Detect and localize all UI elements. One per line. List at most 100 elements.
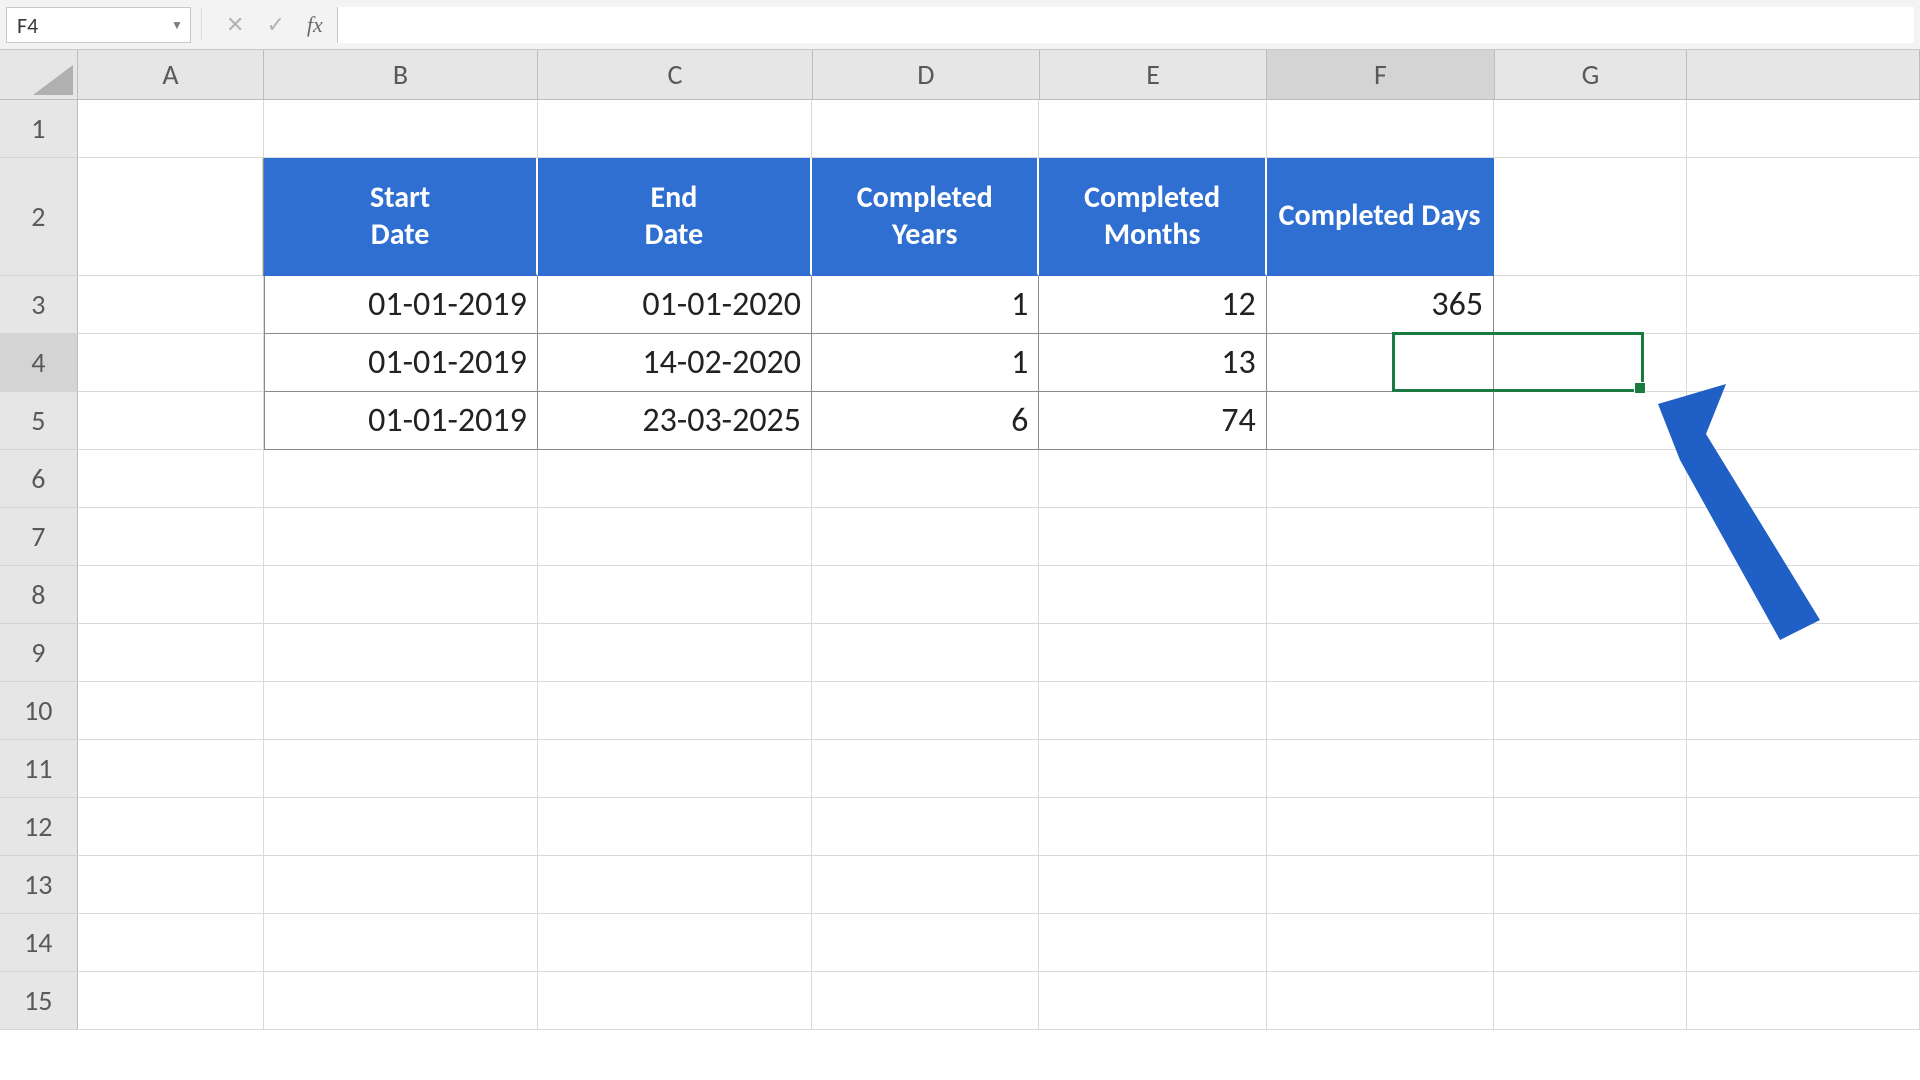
chevron-down-icon[interactable]: ▼ <box>164 18 190 33</box>
cell-A14[interactable] <box>78 914 264 972</box>
cell-extra8[interactable] <box>1687 566 1920 624</box>
cell-B4[interactable]: 01-01-2019 <box>264 334 538 392</box>
cell-E8[interactable] <box>1039 566 1266 624</box>
table-header-end-date[interactable]: End Date <box>538 158 812 276</box>
cell-D8[interactable] <box>812 566 1039 624</box>
cell-F5[interactable] <box>1267 392 1494 450</box>
cell-extra9[interactable] <box>1687 624 1920 682</box>
cell-B9[interactable] <box>264 624 538 682</box>
cell-D1[interactable] <box>812 100 1039 158</box>
cell-G7[interactable] <box>1494 508 1687 566</box>
check-icon[interactable]: ✓ <box>266 14 284 36</box>
cell-C10[interactable] <box>538 682 812 740</box>
cell-B10[interactable] <box>264 682 538 740</box>
row-header-1[interactable]: 1 <box>0 100 78 158</box>
cell-G6[interactable] <box>1494 450 1687 508</box>
col-header-D[interactable]: D <box>813 50 1040 100</box>
cell-C4[interactable]: 14-02-2020 <box>538 334 812 392</box>
row-header-6[interactable]: 6 <box>0 450 78 508</box>
cell-A15[interactable] <box>78 972 264 1030</box>
formula-input[interactable] <box>337 7 1914 43</box>
cell-A11[interactable] <box>78 740 264 798</box>
cell-B14[interactable] <box>264 914 538 972</box>
col-header-B[interactable]: B <box>264 50 539 100</box>
cell-E9[interactable] <box>1039 624 1266 682</box>
cell-extra14[interactable] <box>1687 914 1920 972</box>
cell-F12[interactable] <box>1267 798 1494 856</box>
cell-C7[interactable] <box>538 508 812 566</box>
col-header-E[interactable]: E <box>1040 50 1267 100</box>
cell-D5[interactable]: 6 <box>812 392 1039 450</box>
cell-C1[interactable] <box>538 100 812 158</box>
cell-G10[interactable] <box>1494 682 1687 740</box>
cell-A1[interactable] <box>78 100 264 158</box>
cell-D15[interactable] <box>812 972 1039 1030</box>
cell-A7[interactable] <box>78 508 264 566</box>
cell-D7[interactable] <box>812 508 1039 566</box>
cell-A10[interactable] <box>78 682 264 740</box>
cell-C15[interactable] <box>538 972 812 1030</box>
row-header-13[interactable]: 13 <box>0 856 78 914</box>
cell-A12[interactable] <box>78 798 264 856</box>
col-header-G[interactable]: G <box>1495 50 1688 100</box>
cell-D3[interactable]: 1 <box>812 276 1039 334</box>
cell-F4[interactable] <box>1267 334 1494 392</box>
cell-F13[interactable] <box>1267 856 1494 914</box>
cell-C6[interactable] <box>538 450 812 508</box>
cell-E7[interactable] <box>1039 508 1266 566</box>
cell-B11[interactable] <box>264 740 538 798</box>
cell-B15[interactable] <box>264 972 538 1030</box>
cell-B5[interactable]: 01-01-2019 <box>264 392 538 450</box>
cell-G2[interactable] <box>1494 158 1687 276</box>
cell-B7[interactable] <box>264 508 538 566</box>
cell-D11[interactable] <box>812 740 1039 798</box>
cell-A9[interactable] <box>78 624 264 682</box>
cell-E5[interactable]: 74 <box>1039 392 1266 450</box>
cell-F8[interactable] <box>1267 566 1494 624</box>
cell-C12[interactable] <box>538 798 812 856</box>
cell-B1[interactable] <box>264 100 538 158</box>
col-header-F[interactable]: F <box>1267 50 1494 100</box>
cell-E10[interactable] <box>1039 682 1266 740</box>
fx-icon[interactable]: fx <box>307 12 323 38</box>
cell-C9[interactable] <box>538 624 812 682</box>
col-header-C[interactable]: C <box>538 50 813 100</box>
cell-G13[interactable] <box>1494 856 1687 914</box>
cell-A6[interactable] <box>78 450 264 508</box>
cell-C11[interactable] <box>538 740 812 798</box>
cell-B12[interactable] <box>264 798 538 856</box>
cell-F7[interactable] <box>1267 508 1494 566</box>
table-header-start-date[interactable]: Start Date <box>263 158 537 276</box>
cell-D9[interactable] <box>812 624 1039 682</box>
row-header-12[interactable]: 12 <box>0 798 78 856</box>
cell-E3[interactable]: 12 <box>1039 276 1266 334</box>
cell-G15[interactable] <box>1494 972 1687 1030</box>
cell-D6[interactable] <box>812 450 1039 508</box>
cell-F1[interactable] <box>1267 100 1494 158</box>
cell-F6[interactable] <box>1267 450 1494 508</box>
row-header-4[interactable]: 4 <box>0 334 78 392</box>
table-header-completed-years[interactable]: Completed Years <box>812 158 1039 276</box>
row-header-2[interactable]: 2 <box>0 158 78 276</box>
row-header-8[interactable]: 8 <box>0 566 78 624</box>
cell-G12[interactable] <box>1494 798 1687 856</box>
cell-F9[interactable] <box>1267 624 1494 682</box>
cell-G3[interactable] <box>1494 276 1687 334</box>
close-icon[interactable]: ✕ <box>226 14 244 36</box>
cell-extra6[interactable] <box>1687 450 1920 508</box>
cell-extra12[interactable] <box>1687 798 1920 856</box>
cell-D14[interactable] <box>812 914 1039 972</box>
col-header-A[interactable]: A <box>78 50 263 100</box>
col-header-extra[interactable] <box>1687 50 1920 100</box>
cell-extra13[interactable] <box>1687 856 1920 914</box>
cell-A5[interactable] <box>78 392 264 450</box>
cell-F10[interactable] <box>1267 682 1494 740</box>
cell-C13[interactable] <box>538 856 812 914</box>
table-header-completed-days[interactable]: Completed Days <box>1267 158 1494 276</box>
cell-F11[interactable] <box>1267 740 1494 798</box>
row-header-15[interactable]: 15 <box>0 972 78 1030</box>
cell-extra10[interactable] <box>1687 682 1920 740</box>
cell-G1[interactable] <box>1494 100 1687 158</box>
cell-extra2[interactable] <box>1687 158 1920 276</box>
cell-A13[interactable] <box>78 856 264 914</box>
